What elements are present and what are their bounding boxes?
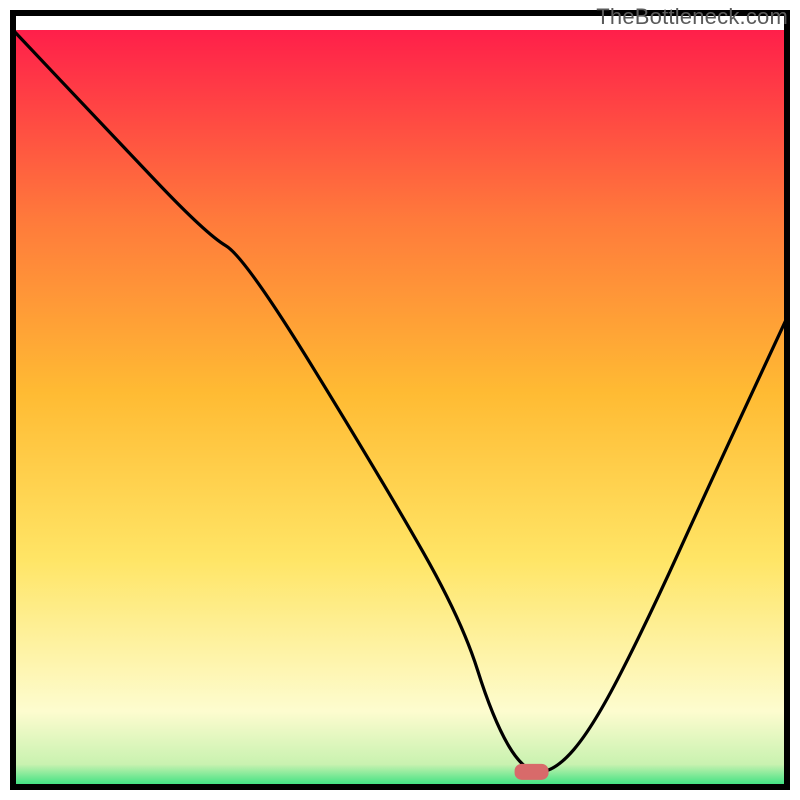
chart-background <box>13 30 787 787</box>
watermark-text: TheBottleneck.com <box>596 4 788 30</box>
bottleneck-chart <box>5 5 795 795</box>
chart-svg <box>5 5 795 795</box>
optimal-point-marker <box>515 764 549 780</box>
